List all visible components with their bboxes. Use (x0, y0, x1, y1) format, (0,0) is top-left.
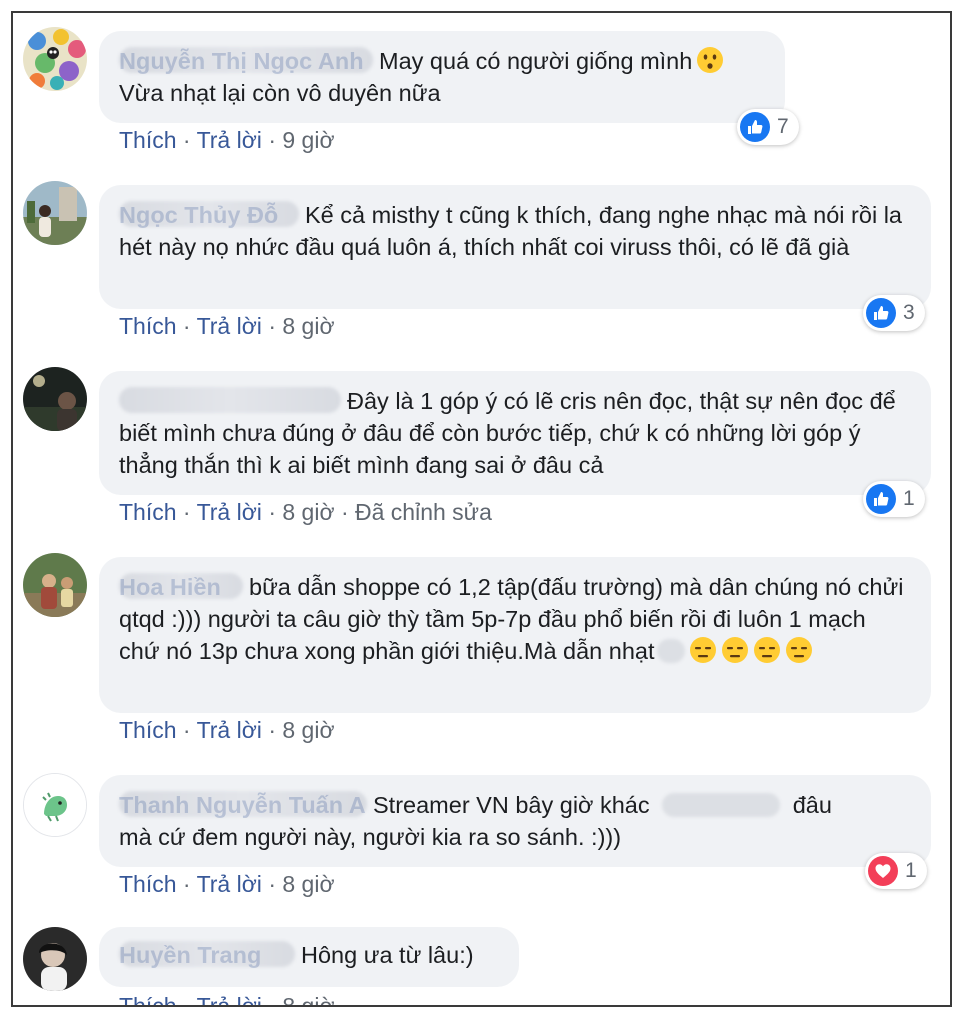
expressionless-face-emoji (785, 636, 813, 664)
comment-text-line2: mà cứ đem người này, người kia ra so sán… (119, 824, 622, 850)
separator: · (182, 993, 191, 1007)
comment-text: May quá có người giống mình (379, 48, 693, 74)
timestamp[interactable]: 9 giờ (282, 127, 334, 153)
comment-bubble: Hoa Hiền bữa dẫn shoppe có 1,2 tập(đấu t… (99, 557, 931, 713)
comment-text: Streamer VN bây giờ khác (373, 792, 650, 818)
reaction-count[interactable]: 3 (863, 295, 925, 331)
like-link[interactable]: Thích (119, 717, 177, 743)
comment-thread: Nguyễn Thị Ngọc Anh May quá có người giố… (11, 11, 952, 1007)
timestamp[interactable]: 8 giờ (282, 717, 334, 743)
separator: · (268, 499, 276, 525)
like-icon (866, 484, 896, 514)
separator: · (182, 313, 191, 339)
reaction-number: 1 (905, 859, 917, 882)
commenter-name[interactable] (119, 385, 341, 417)
expressionless-face-emoji (689, 636, 717, 664)
love-icon (868, 856, 898, 886)
like-link[interactable]: Thích (119, 871, 177, 897)
comment-bubble: Huyền Trang Hông ưa từ lâu:) (99, 927, 519, 987)
avatar[interactable] (23, 773, 87, 837)
reaction-number: 1 (903, 487, 915, 510)
commenter-name[interactable]: Nguyễn Thị Ngọc Anh (119, 45, 373, 77)
reaction-number: 3 (903, 301, 915, 324)
separator: · (268, 717, 276, 743)
like-icon (866, 298, 896, 328)
timestamp[interactable]: 8 giờ (282, 993, 334, 1005)
comment-actions: Thích · Trả lời · 8 giờ · Đã chỉnh sửa (119, 499, 492, 526)
reply-link[interactable]: Trả lời (197, 717, 262, 743)
commenter-name[interactable]: Ngọc Thủy Đỗ (119, 199, 299, 231)
separator: · (268, 313, 276, 339)
comment-actions: Thích · Trả lời · 8 giờ (119, 993, 335, 1007)
reply-link[interactable]: Trả lời (197, 127, 262, 153)
reaction-count[interactable]: 7 (737, 109, 799, 145)
like-link[interactable]: Thích (119, 313, 177, 339)
commenter-name[interactable]: Huyền Trang (119, 939, 295, 971)
comment-text-end: đâu (792, 792, 832, 818)
avatar[interactable] (23, 927, 87, 991)
text-redaction (662, 793, 781, 817)
separator: · (182, 499, 191, 525)
comment-bubble: Thanh Nguyễn Tuấn Anh Streamer VN bây gi… (99, 775, 931, 867)
reply-link[interactable]: Trả lời (197, 993, 262, 1005)
separator: · (268, 993, 276, 1007)
reaction-number: 7 (777, 115, 789, 138)
expressionless-face-emoji (753, 636, 781, 664)
separator: · (340, 499, 349, 525)
timestamp[interactable]: 8 giờ (282, 499, 334, 525)
edited-label[interactable]: Đã chỉnh sửa (355, 499, 492, 525)
reaction-count[interactable]: 1 (863, 481, 925, 517)
avatar[interactable] (23, 181, 87, 245)
timestamp[interactable]: 8 giờ (282, 871, 334, 897)
comment-actions: Thích · Trả lời · 8 giờ (119, 717, 335, 744)
timestamp[interactable]: 8 giờ (282, 313, 334, 339)
like-link[interactable]: Thích (119, 499, 177, 525)
like-link[interactable]: Thích (119, 127, 177, 153)
hushed-face-emoji (696, 46, 724, 74)
commenter-name[interactable]: Thanh Nguyễn Tuấn Anh (119, 789, 367, 821)
reply-link[interactable]: Trả lời (197, 313, 262, 339)
comment-bubble: Nguyễn Thị Ngọc Anh May quá có người giố… (99, 31, 785, 123)
reply-link[interactable]: Trả lời (197, 871, 262, 897)
separator: · (268, 871, 276, 897)
reply-link[interactable]: Trả lời (197, 499, 262, 525)
like-icon (740, 112, 770, 142)
reaction-count[interactable]: 1 (865, 853, 927, 889)
name-redaction (119, 387, 341, 413)
avatar[interactable] (23, 367, 87, 431)
comment-actions: Thích · Trả lời · 8 giờ (119, 313, 335, 340)
separator: · (182, 717, 191, 743)
expressionless-face-emoji (721, 636, 749, 664)
comment-text-line2: Vừa nhạt lại còn vô duyên nữa (119, 80, 441, 106)
comment-bubble: Đây là 1 góp ý có lẽ cris nên đọc, thật … (99, 371, 931, 495)
commenter-name[interactable]: Hoa Hiền (119, 571, 243, 603)
separator: · (182, 127, 191, 153)
comment-bubble: Ngọc Thủy Đỗ Kể cả misthy t cũng k thích… (99, 185, 931, 309)
comment-text: Hông ưa từ lâu:) (301, 942, 474, 968)
avatar[interactable] (23, 553, 87, 617)
comment-actions: Thích · Trả lời · 8 giờ (119, 871, 335, 898)
like-link[interactable]: Thích (119, 993, 177, 1005)
comment-actions: Thích · Trả lời · 9 giờ (119, 127, 335, 154)
separator: · (268, 127, 276, 153)
separator: · (182, 871, 191, 897)
text-redaction (656, 639, 685, 663)
avatar[interactable] (23, 27, 87, 91)
